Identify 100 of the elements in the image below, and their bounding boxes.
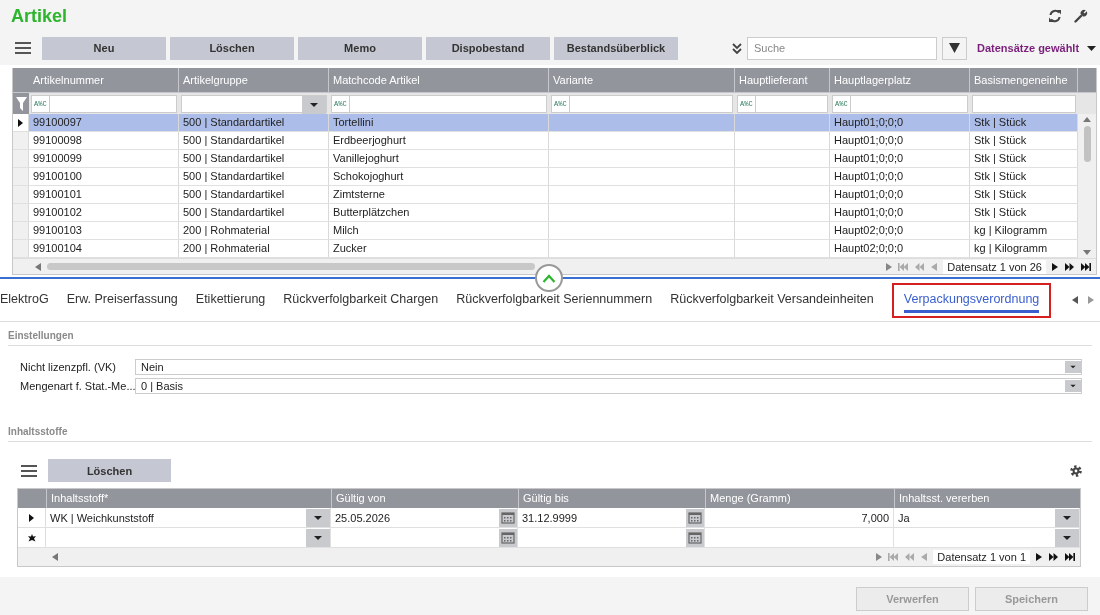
dropdown-button[interactable] — [1065, 360, 1081, 374]
scroll-right-icon[interactable] — [886, 262, 893, 271]
field-label: Nicht lizenzpfl. (VK) — [20, 361, 117, 373]
fast-forward-icon[interactable] — [1065, 262, 1074, 271]
toolbar-button[interactable]: Neu — [42, 36, 166, 60]
fast-forward-icon[interactable] — [1049, 553, 1058, 561]
scroll-left-icon[interactable] — [52, 553, 58, 561]
new-row-icon — [27, 533, 36, 542]
table-row[interactable]: 99100100 500 | Standardartikel Schokojoghurt Haupt01;0;0;0 Stk | Stück — [13, 168, 1078, 186]
toolbar-button[interactable]: Löschen — [170, 36, 294, 60]
tab[interactable]: Rückverfolgbarkeit Versandeinheiten — [670, 287, 874, 313]
tab[interactable]: Rückverfolgbarkeit Chargen — [283, 287, 439, 313]
dropdown-button[interactable] — [306, 528, 330, 547]
table-cell: 500 | Standardartikel — [179, 114, 329, 131]
toolbar-button[interactable]: Bestandsüberblick — [554, 36, 678, 60]
scroll-left-icon[interactable] — [35, 262, 41, 271]
search-options-button[interactable] — [942, 36, 967, 60]
dropdown-field[interactable]: Nein — [135, 359, 1082, 375]
menu-icon[interactable] — [15, 41, 31, 55]
table-cell: 500 | Standardartikel — [179, 186, 329, 203]
scrollbar-thumb[interactable] — [1083, 126, 1091, 162]
table-row[interactable]: 99100097 500 | Standardartikel Tortellini Haupt01;0;0;0 Stk | Stück — [13, 114, 1078, 132]
table-cell: Haupt01;0;0;0 — [830, 132, 970, 149]
first-page-icon[interactable] — [888, 553, 899, 561]
row-header[interactable] — [13, 114, 29, 131]
wrench-icon[interactable] — [1074, 9, 1088, 23]
tab[interactable]: ElektroG — [0, 287, 49, 313]
table-row[interactable]: 99100099 500 | Standardartikel Vanillejoghurt Haupt01;0;0;0 Stk | Stück — [13, 150, 1078, 168]
search-field[interactable]: Suche — [747, 36, 937, 60]
table-row[interactable]: 99100104 200 | Rohmaterial Zucker Haupt02;0;0;0 kg | Kilogramm — [13, 240, 1078, 258]
calendar-button[interactable] — [686, 528, 704, 547]
fast-back-icon[interactable] — [915, 262, 925, 271]
dropdown-button[interactable] — [302, 96, 326, 114]
dropdown-button[interactable] — [1055, 508, 1079, 527]
vertical-scrollbar[interactable] — [1078, 114, 1096, 258]
tab-scroll-left-icon[interactable] — [1072, 296, 1078, 304]
calendar-button[interactable] — [686, 508, 704, 527]
table-cell: 500 | Standardartikel — [179, 204, 329, 221]
fast-back-icon[interactable] — [905, 553, 915, 561]
table-cell: 200 | Rohmaterial — [179, 240, 329, 257]
table-cell: 99100103 — [29, 222, 179, 239]
tab-scroll-right-icon[interactable] — [1088, 296, 1094, 304]
record-counter: Datensatz 1 von 26 — [943, 259, 1046, 274]
table-cell: 500 | Standardartikel — [179, 150, 329, 167]
filter-icon[interactable] — [15, 97, 27, 111]
table-cell: Haupt01;0;0;0 — [830, 204, 970, 221]
next-icon[interactable] — [1052, 262, 1058, 271]
table-row[interactable]: 99100098 500 | Standardartikel Erdbeerjoghurt Haupt01;0;0;0 Stk | Stück — [13, 132, 1078, 150]
chevron-up-icon — [542, 273, 556, 283]
table-row[interactable]: 99100102 500 | Standardartikel Butterplätzchen Haupt01;0;0;0 Stk | Stück — [13, 204, 1078, 222]
scroll-down-icon[interactable] — [1083, 250, 1091, 255]
double-chevron-icon[interactable] — [732, 42, 742, 54]
table-row[interactable]: 99100103 200 | Rohmaterial Milch Haupt02;0;0;0 kg | Kilogramm — [13, 222, 1078, 240]
dropdown-button[interactable] — [1055, 528, 1079, 547]
filter-field[interactable] — [972, 95, 1076, 113]
refresh-icon[interactable] — [1048, 9, 1062, 23]
last-page-icon[interactable] — [1081, 262, 1091, 271]
dropdown-button[interactable] — [306, 508, 330, 527]
table-cell: 99100104 — [29, 240, 179, 257]
current-row-icon — [18, 118, 23, 127]
table-cell: 99100101 — [29, 186, 179, 203]
calendar-button[interactable] — [499, 528, 517, 547]
filter-field[interactable] — [349, 95, 547, 113]
scrollbar-thumb[interactable] — [47, 263, 535, 270]
caret-down-icon[interactable] — [1087, 45, 1097, 51]
dropdown-button[interactable] — [1065, 379, 1081, 393]
selection-menu[interactable]: Datensätze gewählt — [977, 42, 1080, 54]
field-label: Mengenart f. Stat.-Me... — [20, 380, 135, 392]
table-row[interactable]: 99100101 500 | Standardartikel Zimtsterne Haupt01;0;0;0 Stk | Stück — [13, 186, 1078, 204]
tab[interactable]: Rückverfolgbarkeit Seriennummern — [456, 287, 653, 313]
filter-field[interactable] — [569, 95, 733, 113]
next-icon[interactable] — [1036, 553, 1042, 561]
table-cell: 99100100 — [29, 168, 179, 185]
scroll-right-icon[interactable] — [876, 553, 883, 561]
table-cell: 500 | Standardartikel — [179, 168, 329, 185]
table-cell: Haupt01;0;0;0 — [830, 168, 970, 185]
tab[interactable]: Verpackungsverordnung — [903, 287, 1040, 313]
settings-icon[interactable] — [1070, 464, 1082, 477]
table-cell: Milch — [329, 222, 549, 239]
filter-field[interactable] — [850, 95, 968, 113]
toolbar-button[interactable]: Memo — [298, 36, 422, 60]
table-cell: 500 | Standardartikel — [179, 132, 329, 149]
previous-icon[interactable] — [921, 553, 928, 561]
section-title: Inhaltsstoffe — [8, 420, 1092, 442]
menu-icon[interactable] — [21, 463, 37, 478]
table-cell: Erdbeerjoghurt — [329, 132, 549, 149]
previous-icon[interactable] — [931, 262, 938, 271]
filter-field[interactable] — [755, 95, 828, 113]
first-page-icon[interactable] — [898, 262, 909, 271]
tab[interactable]: Erw. Preiserfassung — [66, 287, 178, 313]
collapse-button[interactable] — [535, 264, 563, 292]
filter-field[interactable] — [49, 95, 177, 113]
last-page-icon[interactable] — [1065, 553, 1075, 561]
toolbar-button[interactable]: Löschen — [48, 459, 171, 482]
calendar-button[interactable] — [499, 508, 517, 527]
scroll-up-icon[interactable] — [1083, 117, 1091, 122]
dropdown-field[interactable]: 0 | Basis — [135, 378, 1082, 394]
toolbar-button[interactable]: Dispobestand — [426, 36, 550, 60]
table-cell: Vanillejoghurt — [329, 150, 549, 167]
tab[interactable]: Etikettierung — [195, 287, 266, 313]
